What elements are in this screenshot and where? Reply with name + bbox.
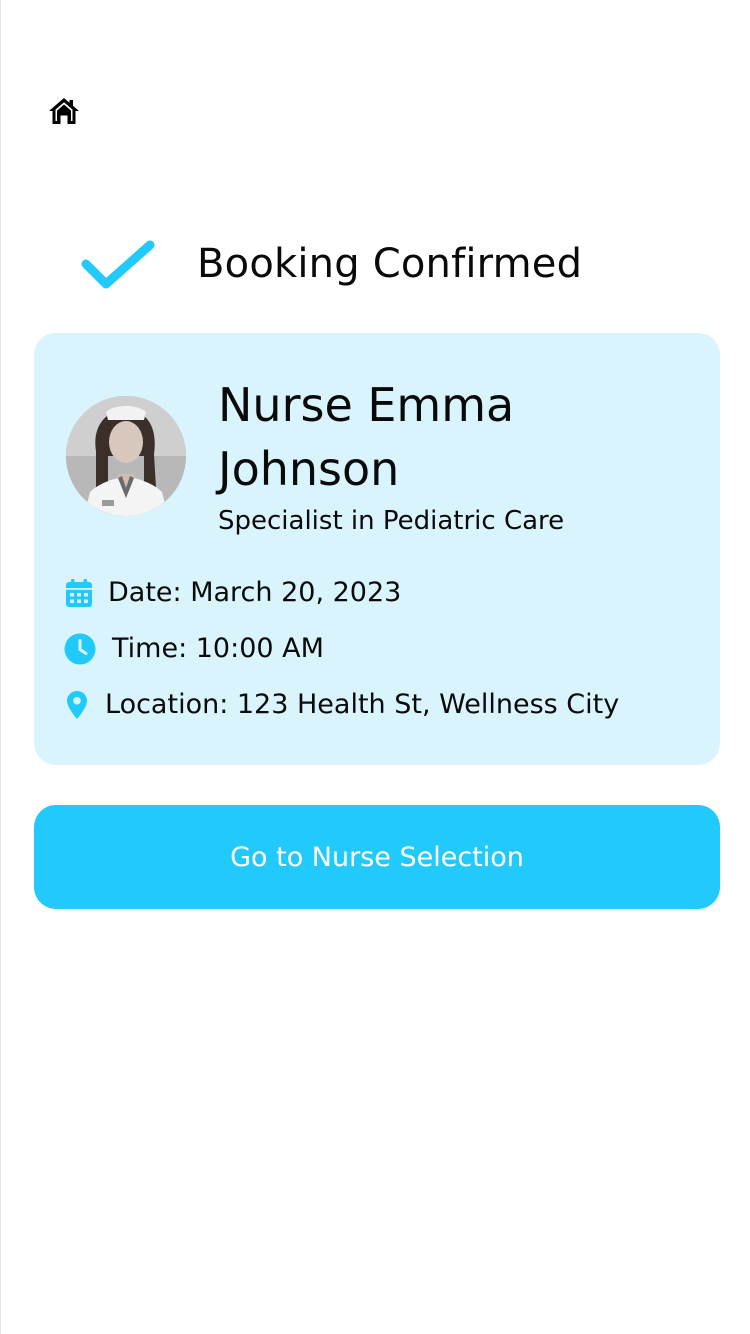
booking-details-card: Nurse Emma Johnson Specialist in Pediatr… <box>34 333 720 765</box>
detail-location: Location: 123 Health St, Wellness City <box>64 687 619 723</box>
confirmation-title: Booking Confirmed <box>197 241 583 287</box>
detail-date: Date: March 20, 2023 <box>64 575 401 611</box>
nurse-photo <box>66 396 186 516</box>
go-to-nurse-selection-button[interactable]: Go to Nurse Selection <box>34 805 720 909</box>
location-pin-icon <box>64 690 90 720</box>
detail-time-text: Time: 10:00 AM <box>112 633 324 664</box>
nurse-specialty: Specialist in Pediatric Care <box>218 506 565 536</box>
booking-confirmation-screen: Booking Confirmed Nurse Emma Johnson Spe… <box>0 0 750 1334</box>
home-button[interactable] <box>45 94 83 128</box>
checkmark-icon <box>81 240 155 289</box>
detail-time: Time: 10:00 AM <box>64 631 324 667</box>
detail-date-text: Date: March 20, 2023 <box>108 577 402 608</box>
nurse-name: Nurse Emma Johnson <box>218 378 515 496</box>
home-icon <box>49 98 79 124</box>
clock-icon <box>64 633 96 665</box>
confirmation-header: Booking Confirmed <box>79 232 582 296</box>
nurse-avatar <box>66 396 186 516</box>
detail-location-text: Location: 123 Health St, Wellness City <box>105 689 620 720</box>
calendar-icon <box>64 578 94 608</box>
